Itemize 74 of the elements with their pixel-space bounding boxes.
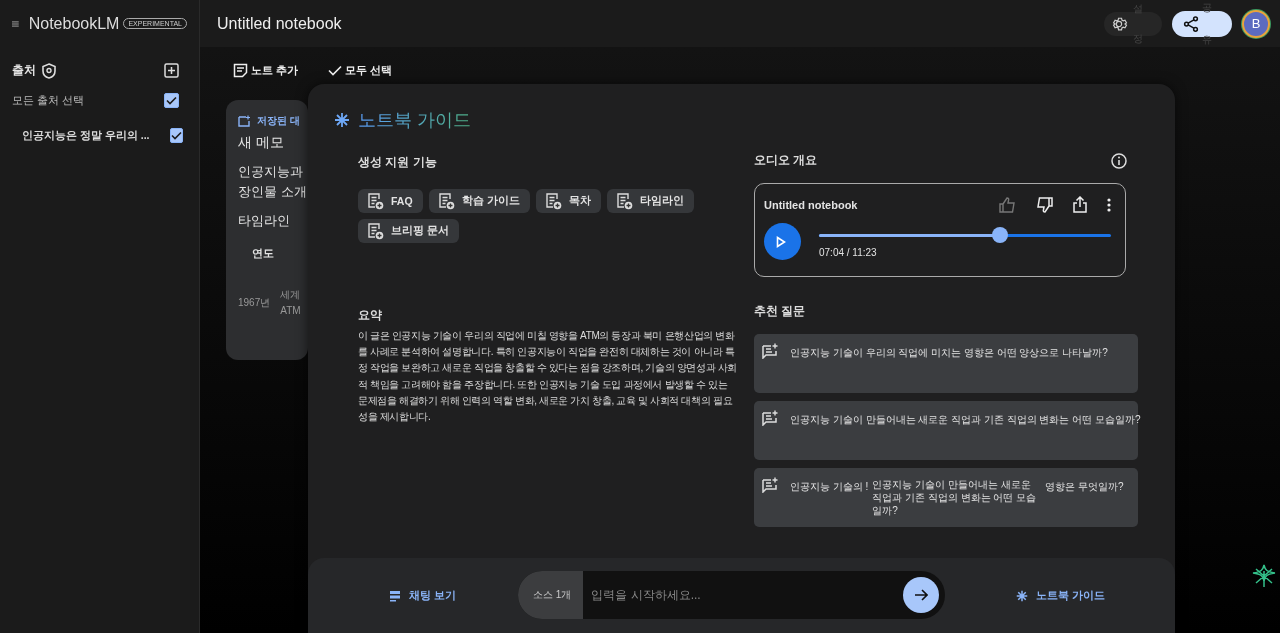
- suggested-question[interactable]: 인공지능 기술의 ! 인공지능 기술이 만들어내는 새로운 직업과 기존 직업의 변화는 어떤 모습일까? 영향은 무엇일까?: [754, 468, 1138, 527]
- question-text: 인공지능 기술이 만들어내는 새로운 직업과 기존 직업의 변화는 어떤 모습일까?: [790, 413, 1141, 427]
- app-name: NotebookLM: [28, 14, 120, 33]
- share-icon[interactable]: [1073, 196, 1087, 213]
- chat-sparkle-icon: [762, 477, 778, 493]
- info-icon[interactable]: [1111, 152, 1127, 169]
- notebook-guide-button[interactable]: 노트북 가이드: [1010, 587, 1112, 604]
- more-icon[interactable]: [1107, 197, 1111, 212]
- progress-slider[interactable]: [819, 227, 1111, 243]
- chat-sparkle-icon: [762, 410, 778, 426]
- notebook-title[interactable]: Untitled notebook: [217, 14, 342, 33]
- table-cell-text: ATM: [280, 304, 301, 318]
- section-title: 요약: [358, 307, 383, 324]
- suggested-question[interactable]: 인공지능 기술이 우리의 직업에 미치는 영향은 어떤 양상으로 나타날까?: [754, 334, 1138, 393]
- section-title: 오디오 개요: [754, 152, 818, 169]
- play-button[interactable]: [764, 223, 801, 260]
- checkbox[interactable]: [164, 93, 179, 108]
- question-text: 영향은 무엇일까?: [1045, 480, 1124, 494]
- avatar[interactable]: B: [1242, 9, 1270, 38]
- table-cell-text: 세계: [280, 288, 301, 302]
- note-icon: [233, 63, 248, 78]
- note-icon: [238, 114, 251, 128]
- document-add-icon: [616, 192, 633, 210]
- suggested-question[interactable]: 인공지능 기술이 만들어내는 새로운 직업과 기존 직업의 변화는 어떤 모습일까?: [754, 401, 1138, 460]
- table-header: 연도: [252, 246, 275, 261]
- section-title: 추천 질문: [754, 303, 807, 320]
- add-note-button[interactable]: 노트 추가: [233, 63, 299, 78]
- tooltip-text: 공: [1202, 0, 1212, 15]
- note-heading: 타임라인: [238, 212, 291, 230]
- feature-button[interactable]: 학습 가이드: [428, 189, 530, 213]
- share-icon: [1182, 14, 1200, 33]
- feature-button[interactable]: 목차: [535, 189, 601, 213]
- document-add-icon: [368, 222, 384, 240]
- note-text: 인공지능과: [238, 163, 304, 181]
- slider-thumb[interactable]: [992, 227, 1009, 243]
- track-title: Untitled notebook: [764, 198, 858, 211]
- note-type-label: 저장된 대: [257, 114, 300, 128]
- sparkle-icon: [334, 112, 350, 128]
- playback-time: 07:04 / 11:23: [819, 247, 878, 258]
- question-text: 인공지능 기술이 우리의 직업에 미치는 영향은 어떤 양상으로 나타날까?: [790, 346, 1108, 360]
- thumbs-down-icon[interactable]: [1036, 196, 1053, 213]
- question-text: 인공지능 기술의 !: [790, 480, 869, 494]
- feature-button[interactable]: 타임라인: [606, 189, 694, 213]
- source-item[interactable]: 인공지능은 정말 우리의 ...: [22, 128, 150, 143]
- feature-button[interactable]: FAQ: [358, 189, 423, 213]
- tooltip-text: 유: [1202, 32, 1212, 47]
- tooltip-text: 인공지능 기술이 만들어내는 새로운 직업과 기존 직업의 변화는 어떤 모습일까?: [872, 478, 1038, 517]
- note-text: 장인물 소개: [238, 183, 308, 201]
- thumbs-up-icon[interactable]: [999, 196, 1016, 213]
- select-all-button[interactable]: 모두 선택: [328, 63, 393, 78]
- note-title: 새 메모: [238, 134, 285, 152]
- document-add-icon: [438, 192, 455, 210]
- document-add-icon: [368, 192, 384, 210]
- select-all-label: 모든 출처 선택: [12, 93, 85, 108]
- chat-sparkle-icon: [762, 343, 778, 359]
- section-title: 생성 지원 기능: [358, 154, 438, 171]
- play-icon: [776, 235, 786, 248]
- source-count: 소스 1개: [518, 571, 584, 619]
- summary-text: 이 글은 인공지능 기술이 우리의 직업에 미칠 영향을 ATM의 등장과 북미 은행산업의 변화를 사례로 분석하여 설명합니다. 특히 인공지능이 직업을 완전히 대체하는 것이 아니라 특정 작업을 보완하고 새로운 직업을 창출할 수 있다는 점을 강조하며, 기술의 양면성과 사회적 책임을 고려해야 함을 주장합니다. 또한 인공지능 기술 도입 과정에서 발생할 수 있는 문제점을 해결하기 위해 인력의 역할 변화, 새로운 가치 창출, 교육 및 사회적 대책의 필요성을 제시합니다.: [358, 329, 738, 424]
- sparkle-icon: [1016, 589, 1028, 602]
- view-chat-button[interactable]: 채팅 보기: [383, 587, 518, 604]
- send-button[interactable]: [903, 577, 939, 613]
- add-source-icon[interactable]: [164, 63, 179, 78]
- table-cell: 1967년: [238, 296, 271, 310]
- feature-button[interactable]: 브리핑 문서: [358, 219, 459, 243]
- checkmark-icon: [328, 65, 343, 76]
- arrow-right-icon: [914, 589, 928, 601]
- chat-input[interactable]: 입력을 시작하세요...: [583, 587, 903, 603]
- sparkle-logo-icon[interactable]: [1251, 563, 1277, 589]
- checkbox[interactable]: [169, 128, 183, 143]
- shield-icon: [42, 62, 56, 79]
- sources-title: 출처: [12, 62, 36, 79]
- document-add-icon: [545, 192, 562, 210]
- list-icon: [389, 589, 401, 602]
